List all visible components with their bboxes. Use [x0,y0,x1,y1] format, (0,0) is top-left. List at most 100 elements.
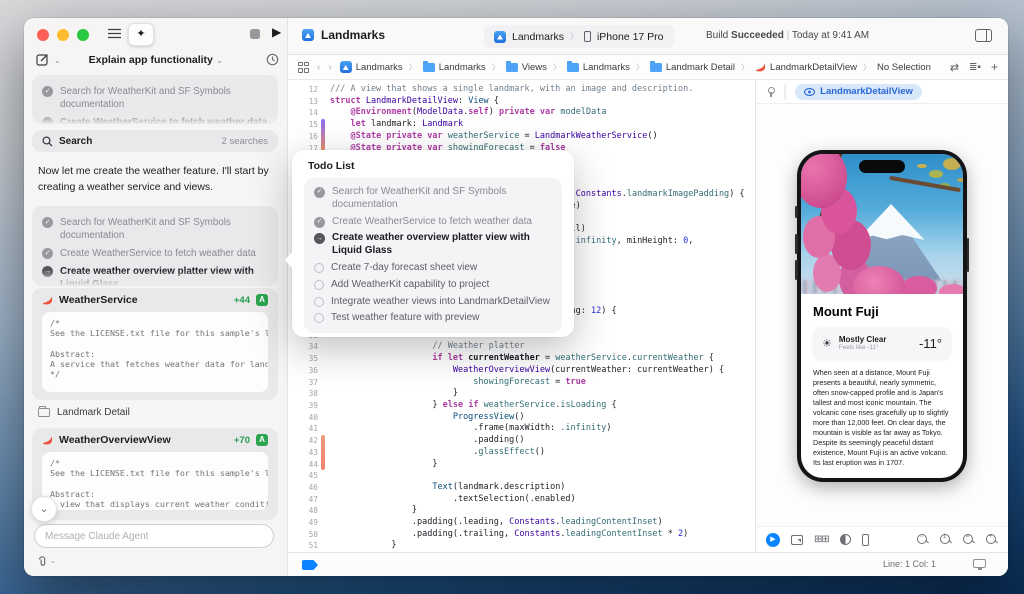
todo-item: ✓Search for WeatherKit and SF Symbols do… [314,184,552,213]
popover-todo-list: ✓Search for WeatherKit and SF Symbols do… [304,178,562,333]
todo-popover: Todo List ✓Search for WeatherKit and SF … [292,150,574,337]
todo-item: Test weather feature with preview [314,310,552,327]
todo-item: →Create WeatherService to fetch weather … [42,113,268,124]
arrow-circle-icon: → [42,266,53,277]
scroll-to-bottom-button[interactable]: ⌄ [31,496,57,522]
swift-file-icon [42,295,53,306]
pin-icon[interactable] [766,87,775,96]
run-button[interactable]: ▶ [272,25,281,39]
sun-icon: ☀ [822,337,832,350]
check-circle-icon: ✓ [42,248,53,259]
assistant-message: Now let me create the weather feature. I… [38,164,274,195]
folder-icon [650,63,662,72]
search-icon [42,136,53,147]
eye-icon [804,88,815,96]
run-destination[interactable]: iPhone 17 Pro [597,31,664,43]
live-preview-button[interactable]: ▶ [766,533,780,547]
preview-device-icon[interactable] [862,534,869,546]
weather-condition: Mostly Clear [839,335,887,344]
check-circle-icon: ✓ [314,217,325,228]
iphone-preview[interactable]: Mount Fuji ☀ Mostly Clear Feels like -11… [797,150,967,482]
breadcrumb-item[interactable]: Landmarks [340,61,403,73]
arrow-circle-icon: → [314,233,325,244]
preview-tab-bar: | LandmarkDetailView [756,80,1008,104]
breadcrumb: Landmarks〉Landmarks〉Views〉Landmarks〉Land… [340,61,942,73]
related-items-icon[interactable] [298,62,309,73]
breadcrumb-item[interactable]: No Selection [877,62,931,73]
color-scheme-icon[interactable] [840,534,851,545]
folder-icon [38,408,50,417]
search-summary-card[interactable]: Search 2 searches [32,130,278,152]
todo-item: ✓Create WeatherService to fetch weather … [42,244,268,262]
activity-status[interactable]: Build Succeeded | Today at 9:41 AM [706,30,869,41]
added-badge: A [256,294,268,306]
preview-pane: | LandmarkDetailView [755,80,1008,552]
debug-bar: Line: 1 Col: 1 [288,552,1008,576]
todo-item: Integrate weather views into LandmarkDet… [314,293,552,310]
breadcrumb-item[interactable]: Landmarks [567,62,630,73]
todo-item: Add WeatherKit capability to project [314,277,552,294]
preview-tab[interactable]: LandmarkDetailView [795,84,922,100]
section-landmark-detail[interactable]: Landmark Detail [38,407,130,418]
line-col-indicator: Line: 1 Col: 1 [883,559,936,569]
diff-count: +70 [234,435,250,446]
variants-grid-icon[interactable]: ⊞⊞ [814,534,829,545]
todo-card[interactable]: ✓Search for WeatherKit and SF Symbols do… [32,206,278,286]
fullscreen-button[interactable] [77,29,89,41]
editor-options-icon[interactable] [975,29,992,42]
todo-item: Create 7-day forecast sheet view [314,260,552,277]
check-circle-icon: ✓ [314,187,325,198]
display-icon[interactable] [973,559,986,568]
breadcrumb-item[interactable]: Landmarks [423,62,486,73]
history-clock-icon[interactable] [266,53,279,66]
file-card-weatheroverviewview[interactable]: WeatherOverviewView +70 A /*See the LICE… [32,428,278,520]
add-editor-icon[interactable]: + [991,60,998,74]
landmark-title: Mount Fuji [813,304,951,319]
folder-icon [423,63,435,72]
search-count: 2 searches [222,136,268,147]
forward-button[interactable]: › [328,62,331,73]
selectable-mode-icon[interactable] [791,535,803,545]
iphone-screen[interactable]: Mount Fuji ☀ Mostly Clear Feels like -11… [801,154,963,478]
chevron-down-icon: ⌄ [50,557,56,565]
jump-bar: ‹ › Landmarks〉Landmarks〉Views〉Landmarks〉… [288,55,1008,80]
breadcrumb-item[interactable]: Landmark Detail [650,62,735,73]
breakpoints-toggle-icon[interactable] [302,560,318,570]
close-button[interactable] [37,29,49,41]
attachment-row[interactable]: ⌄ [36,554,56,567]
adjust-editor-icon[interactable]: ≣▪ [969,62,981,73]
stop-button[interactable] [250,29,260,39]
dynamic-island [859,160,905,173]
description-paragraph: When seen at a distance, Mount Fuji pres… [813,368,951,468]
check-circle-icon: ✓ [42,217,53,228]
editor-area: Landmarks Landmarks 〉 iPhone 17 Pro Buil… [288,18,1008,576]
popover-title: Todo List [292,150,574,178]
new-agent-session-button[interactable]: ✦ [128,23,154,46]
breadcrumb-item[interactable]: LandmarkDetailView [755,62,857,73]
landmark-description: When seen at a distance, Mount Fuji pres… [813,368,951,478]
scheme-name[interactable]: Landmarks [512,31,564,43]
session-list-icon[interactable] [108,28,121,39]
preview-canvas[interactable]: Mount Fuji ☀ Mostly Clear Feels like -11… [756,104,1008,526]
diff-count: +44 [234,295,250,306]
zoom-in-icon[interactable]: + [986,534,998,546]
folder-icon [506,63,518,72]
todo-preview-card[interactable]: ✓Search for WeatherKit and SF Symbols do… [32,75,278,124]
back-button[interactable]: ‹ [317,62,320,73]
breadcrumb-item[interactable]: Views [506,62,547,73]
xcode-toolbar: Landmarks Landmarks 〉 iPhone 17 Pro Buil… [288,18,1008,55]
zoom-fit-icon[interactable]: = [963,534,975,546]
file-card-weatherservice[interactable]: WeatherService +44 A /*See the LICENSE.t… [32,288,278,400]
zoom-100-icon[interactable]: 1 [940,534,952,546]
swift-file-icon [755,62,766,73]
message-input[interactable] [34,524,274,548]
swift-file-icon [42,435,53,446]
weather-platter[interactable]: ☀ Mostly Clear Feels like -11° -11° [813,327,951,359]
zoom-out-icon[interactable]: − [917,534,929,546]
paperclip-icon[interactable] [36,554,48,567]
scheme-selector[interactable]: Landmarks 〉 iPhone 17 Pro [484,25,674,48]
session-title[interactable]: Explain app functionality ⌄ [24,54,288,66]
minimize-button[interactable] [57,29,69,41]
code-review-icon[interactable]: ⇄ [950,61,959,74]
claude-agent-panel: ✦ ▶ ⌄ Explain app functionality ⌄ ✓Searc… [24,18,288,576]
